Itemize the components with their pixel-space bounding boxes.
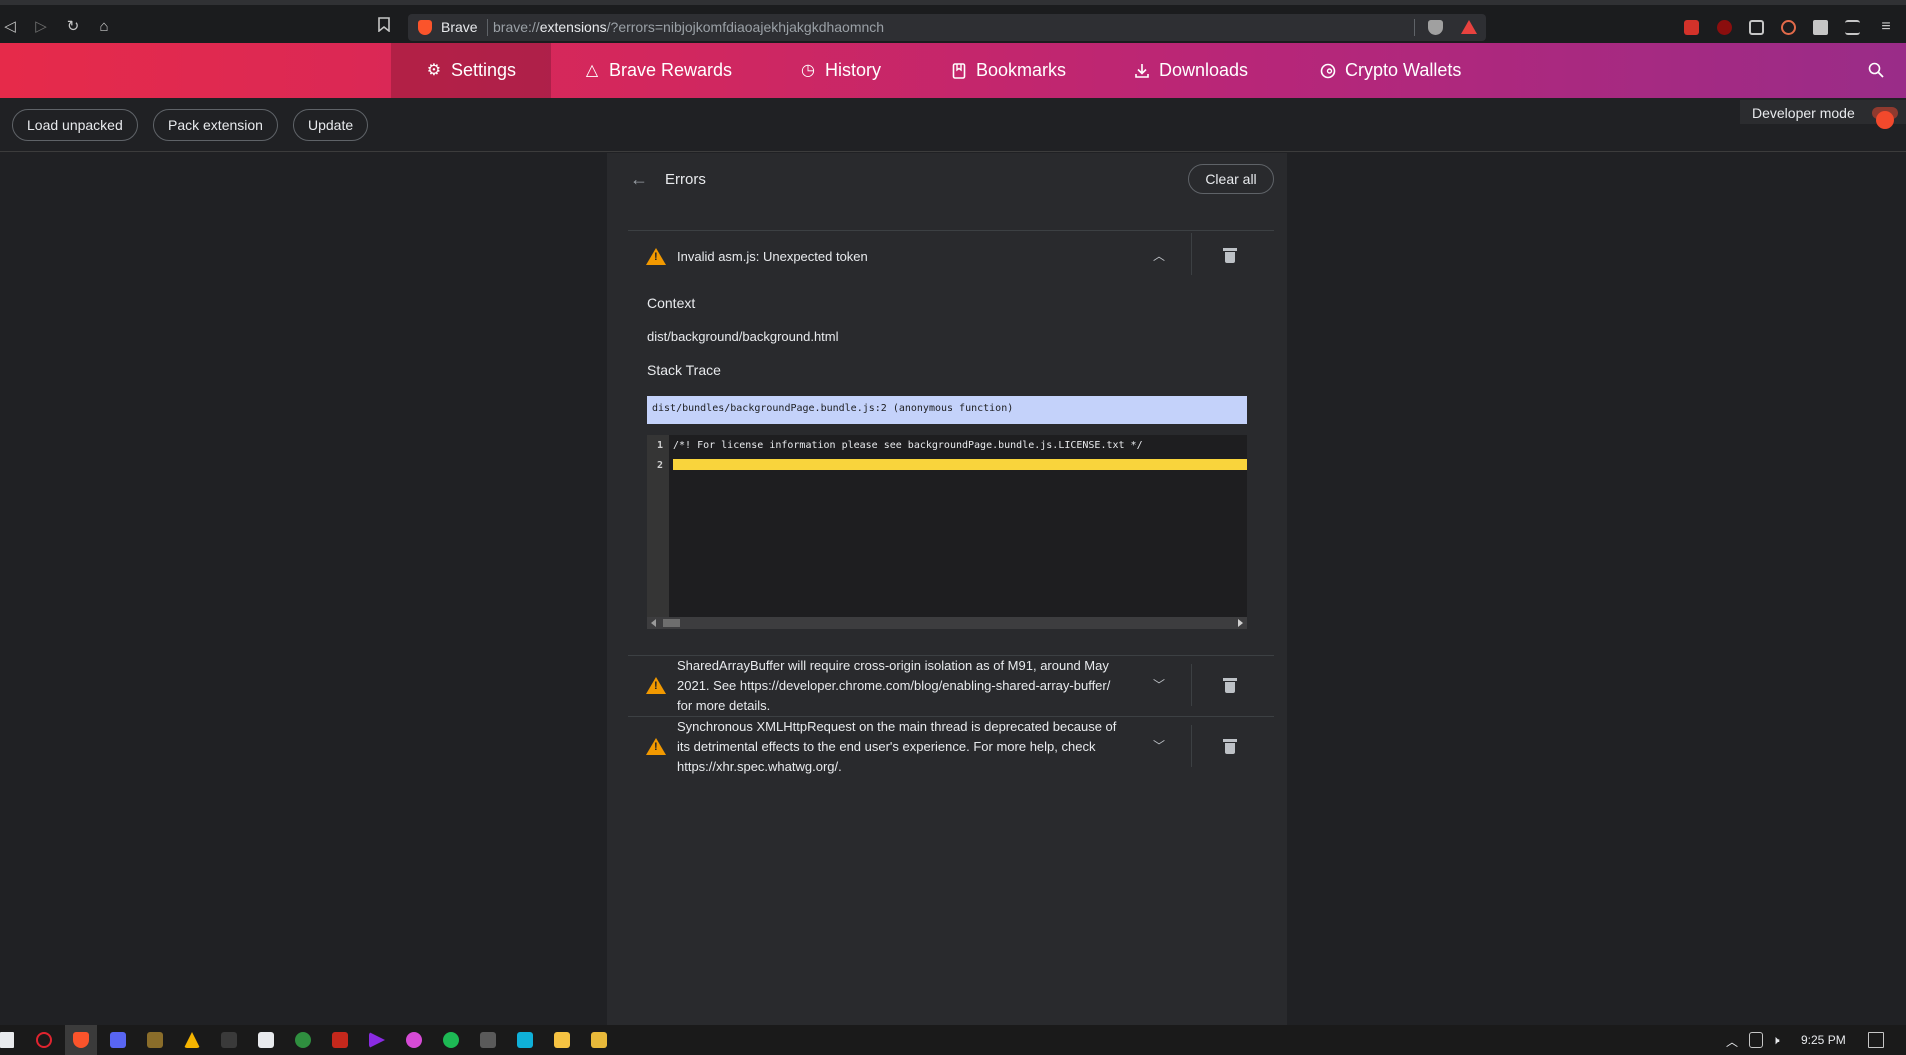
extension-icon-3[interactable] <box>1749 20 1764 35</box>
error-item-expanded[interactable]: Invalid asm.js: Unexpected token ︿ <box>628 231 1274 309</box>
stack-trace-label: Stack Trace <box>647 362 721 378</box>
tab-settings[interactable]: ⚙ Settings <box>391 43 551 98</box>
headphones-icon[interactable] <box>295 1032 311 1048</box>
volume-icon[interactable]: 🕨 <box>1772 1033 1780 1048</box>
warning-icon <box>646 677 666 694</box>
scroll-right-icon[interactable] <box>1238 619 1243 627</box>
app-icon-11[interactable] <box>406 1032 422 1048</box>
settings-nav: ⚙ Settings △ Brave Rewards ◷ History Boo… <box>0 43 1906 98</box>
browser-toolbar: ◁ ▷ ↻ ⌂ Brave brave://extensions/?errors… <box>0 0 1906 43</box>
brave-shields-icon[interactable] <box>1428 20 1443 35</box>
bookmark-icon <box>951 62 967 79</box>
update-button[interactable]: Update <box>293 109 369 141</box>
reading-list-icon[interactable] <box>1845 20 1860 35</box>
delete-icon[interactable] <box>1223 248 1237 263</box>
history-icon: ◷ <box>801 61 815 79</box>
pack-extension-button[interactable]: Pack extension <box>153 109 278 141</box>
notion-icon[interactable] <box>221 1032 237 1048</box>
reload-icon[interactable]: ↻ <box>63 17 83 37</box>
error-message: Synchronous XMLHttpRequest on the main t… <box>677 719 1117 774</box>
notifications-icon[interactable] <box>1868 1032 1884 1048</box>
home-icon[interactable]: ⌂ <box>94 17 114 37</box>
discord-icon[interactable] <box>110 1032 126 1048</box>
play-icon[interactable] <box>369 1032 385 1048</box>
highlighted-line <box>673 459 1247 470</box>
tab-downloads[interactable]: Downloads <box>1134 43 1248 98</box>
minecraft-icon[interactable] <box>147 1032 163 1048</box>
gear-icon: ⚙ <box>426 61 442 79</box>
error-message: Invalid asm.js: Unexpected token <box>677 249 868 264</box>
stack-frame-item[interactable]: dist/bundles/backgroundPage.bundle.js:2 … <box>647 396 1247 424</box>
ublock-icon[interactable] <box>1717 20 1732 35</box>
error-message: SharedArrayBuffer will require cross-ori… <box>677 658 1111 713</box>
file-explorer-icon[interactable] <box>591 1032 607 1048</box>
brave-rewards-icon[interactable] <box>1461 20 1477 34</box>
download-icon <box>1134 63 1150 79</box>
context-label: Context <box>647 295 696 311</box>
menu-icon[interactable]: ≡ <box>1876 17 1896 37</box>
taskbar: ︿ 🕨 9:25 PM <box>0 1025 1906 1055</box>
app-icon-14[interactable] <box>517 1032 533 1048</box>
folder-icon[interactable] <box>554 1032 570 1048</box>
load-unpacked-button[interactable]: Load unpacked <box>12 109 138 141</box>
drive-icon[interactable] <box>184 1032 200 1048</box>
forward-icon[interactable]: ▷ <box>31 17 51 37</box>
brave-logo-icon <box>418 20 432 35</box>
tab-history[interactable]: ◷ History <box>800 43 881 98</box>
errors-panel: ← Errors Clear all Invalid asm.js: Unexp… <box>607 153 1287 1025</box>
extension-icon-1[interactable] <box>1684 20 1699 35</box>
chevron-up-icon[interactable]: ︿ <box>1152 249 1166 263</box>
tab-brave-rewards[interactable]: △ Brave Rewards <box>584 43 732 98</box>
address-bar[interactable]: Brave brave://extensions/?errors=nibjojk… <box>408 14 1486 41</box>
context-value: dist/background/background.html <box>647 329 839 344</box>
chevron-down-icon[interactable]: ﹀ <box>1152 739 1166 753</box>
warning-icon <box>646 738 666 755</box>
developer-mode-toggle[interactable] <box>1872 107 1898 129</box>
developer-mode: Developer mode <box>1740 100 1906 129</box>
app-icon-13[interactable] <box>480 1032 496 1048</box>
app-icon-7[interactable] <box>258 1032 274 1048</box>
bookmark-page-icon[interactable] <box>374 17 394 37</box>
app-icon-9[interactable] <box>332 1032 348 1048</box>
tray-chevron-up-icon[interactable]: ︿ <box>1726 1033 1738 1050</box>
opera-icon[interactable] <box>36 1032 52 1048</box>
brave-taskbar-icon[interactable] <box>73 1032 89 1048</box>
spotify-icon[interactable] <box>443 1032 459 1048</box>
delete-icon[interactable] <box>1223 678 1237 693</box>
network-icon[interactable] <box>1749 1032 1763 1048</box>
extensions-toolbar: Load unpacked Pack extension Update Deve… <box>0 98 1906 152</box>
chevron-down-icon[interactable]: ﹀ <box>1152 678 1166 692</box>
error-item[interactable]: Synchronous XMLHttpRequest on the main t… <box>628 717 1274 777</box>
address-bar-url[interactable]: brave://extensions/?errors=nibjojkomfdia… <box>493 19 884 35</box>
clear-all-button[interactable]: Clear all <box>1188 164 1274 194</box>
delete-icon[interactable] <box>1223 739 1237 754</box>
back-icon[interactable]: ◁ <box>0 17 20 37</box>
clock[interactable]: 9:25 PM <box>1801 1033 1846 1047</box>
wallet-icon <box>1320 63 1336 79</box>
error-item[interactable]: SharedArrayBuffer will require cross-ori… <box>628 656 1274 716</box>
scroll-left-icon[interactable] <box>651 619 656 627</box>
back-arrow-icon[interactable]: ← <box>630 169 650 189</box>
tab-bookmarks[interactable]: Bookmarks <box>951 43 1066 98</box>
developer-mode-label: Developer mode <box>1752 105 1855 121</box>
extensions-puzzle-icon[interactable] <box>1813 20 1828 35</box>
horizontal-scrollbar[interactable] <box>647 617 1247 629</box>
errors-header: ← Errors Clear all <box>607 153 1287 230</box>
rewards-triangle-icon: △ <box>585 61 599 79</box>
code-line-1: /*! For license information please see b… <box>673 440 1143 451</box>
warning-icon <box>646 248 666 265</box>
windows-start-icon[interactable] <box>0 1032 14 1048</box>
page-title: Errors <box>665 171 706 188</box>
address-bar-brand: Brave <box>441 19 478 35</box>
search-icon[interactable] <box>1868 62 1884 78</box>
line-number-gutter: 1 2 <box>647 435 669 617</box>
tab-crypto-wallets[interactable]: Crypto Wallets <box>1320 43 1461 98</box>
code-viewer: 1 2 /*! For license information please s… <box>647 435 1247 629</box>
extension-icon-4[interactable] <box>1781 20 1796 35</box>
